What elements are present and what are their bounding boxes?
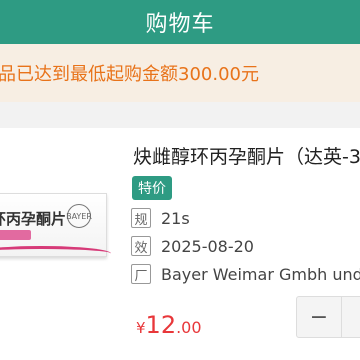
price: ¥12.00: [136, 311, 202, 339]
box-label: [0, 230, 31, 240]
spec-row: 规 21s: [131, 208, 190, 228]
box-stripe: [0, 246, 111, 261]
notice-text: 品已达到最低起购金额300.00元: [0, 64, 259, 85]
price-symbol: ¥: [136, 319, 146, 337]
product-image[interactable]: 环丙孕酮片 BAYER: [0, 138, 118, 293]
bayer-logo-icon: BAYER: [66, 204, 92, 228]
special-price-badge: 特价: [132, 176, 172, 200]
box-title: 环丙孕酮片: [0, 210, 67, 228]
expiry-value: 2025-08-20: [161, 236, 254, 256]
decrease-button[interactable]: −: [296, 296, 342, 338]
quantity-input[interactable]: [342, 296, 360, 338]
product-name[interactable]: 炔雌醇环丙孕酮片（达英-35）: [133, 142, 360, 169]
quantity-stepper[interactable]: −: [296, 296, 360, 338]
expiry-icon: 效: [131, 236, 151, 256]
spec-icon: 规: [131, 208, 151, 228]
spec-value: 21s: [161, 208, 190, 228]
price-decimal: .00: [176, 318, 202, 337]
cart-item-card[interactable]: 环丙孕酮片 BAYER 炔雌醇环丙孕酮片（达英-35） 特价 规 21s 效 2…: [0, 128, 360, 360]
expiry-row: 效 2025-08-20: [131, 236, 254, 256]
manufacturer-row: 厂 Bayer Weimar Gmbh und Co.KG: [131, 264, 360, 284]
page-title: 购物车: [145, 12, 215, 37]
manufacturer-value: Bayer Weimar Gmbh und Co.KG: [161, 264, 360, 284]
manufacturer-icon: 厂: [131, 264, 151, 284]
price-integer: 12: [145, 311, 177, 339]
page-header: 购物车: [0, 0, 360, 44]
brand-text: BAYER: [66, 211, 92, 221]
min-order-notice: 品已达到最低起购金额300.00元: [0, 44, 360, 102]
product-box: 环丙孕酮片 BAYER: [0, 193, 111, 257]
